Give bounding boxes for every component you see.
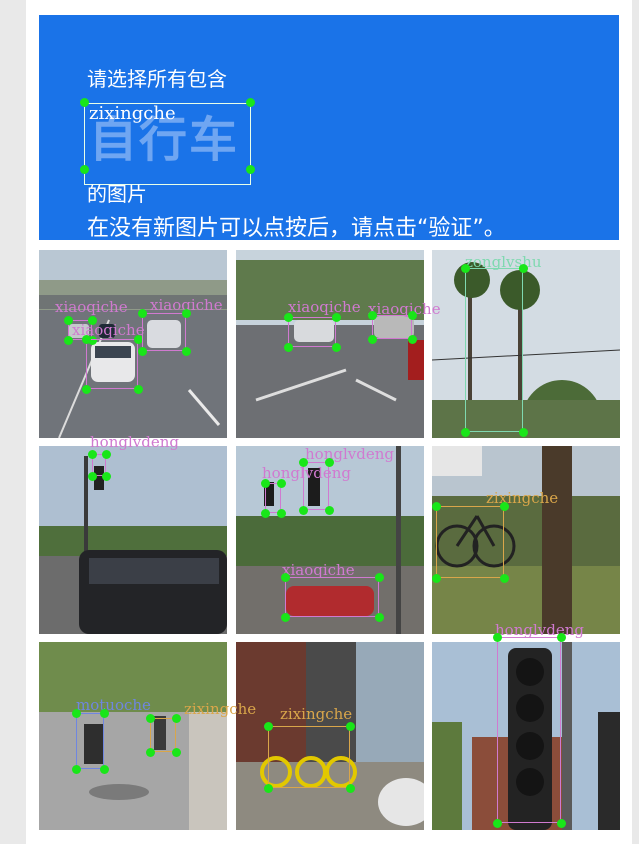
image-tile-3[interactable] — [432, 250, 620, 438]
keyword-annotation-box — [84, 103, 251, 185]
image-tile-9[interactable] — [432, 642, 620, 830]
image-tile-8[interactable] — [236, 642, 424, 830]
image-tile-6[interactable] — [432, 446, 620, 634]
keypoint-dot — [80, 98, 89, 107]
instruction-text: 请选择所有包含 — [87, 67, 227, 91]
keypoint-dot — [80, 165, 89, 174]
image-tile-5[interactable] — [236, 446, 424, 634]
instruction-suffix: 的图片 — [87, 182, 147, 206]
keypoint-dot — [246, 98, 255, 107]
image-tile-1[interactable] — [39, 250, 227, 438]
verify-hint: 在没有新图片可以点按后，请点击“验证”。 — [87, 216, 506, 240]
keypoint-dot — [246, 165, 255, 174]
image-tile-2[interactable] — [236, 250, 424, 438]
image-tile-4[interactable] — [39, 446, 227, 634]
captcha-header: 请选择所有包含 自行车 zixingche 的图片 在没有新图片可以点按后，请点… — [39, 15, 619, 240]
image-tile-7[interactable] — [39, 642, 227, 830]
